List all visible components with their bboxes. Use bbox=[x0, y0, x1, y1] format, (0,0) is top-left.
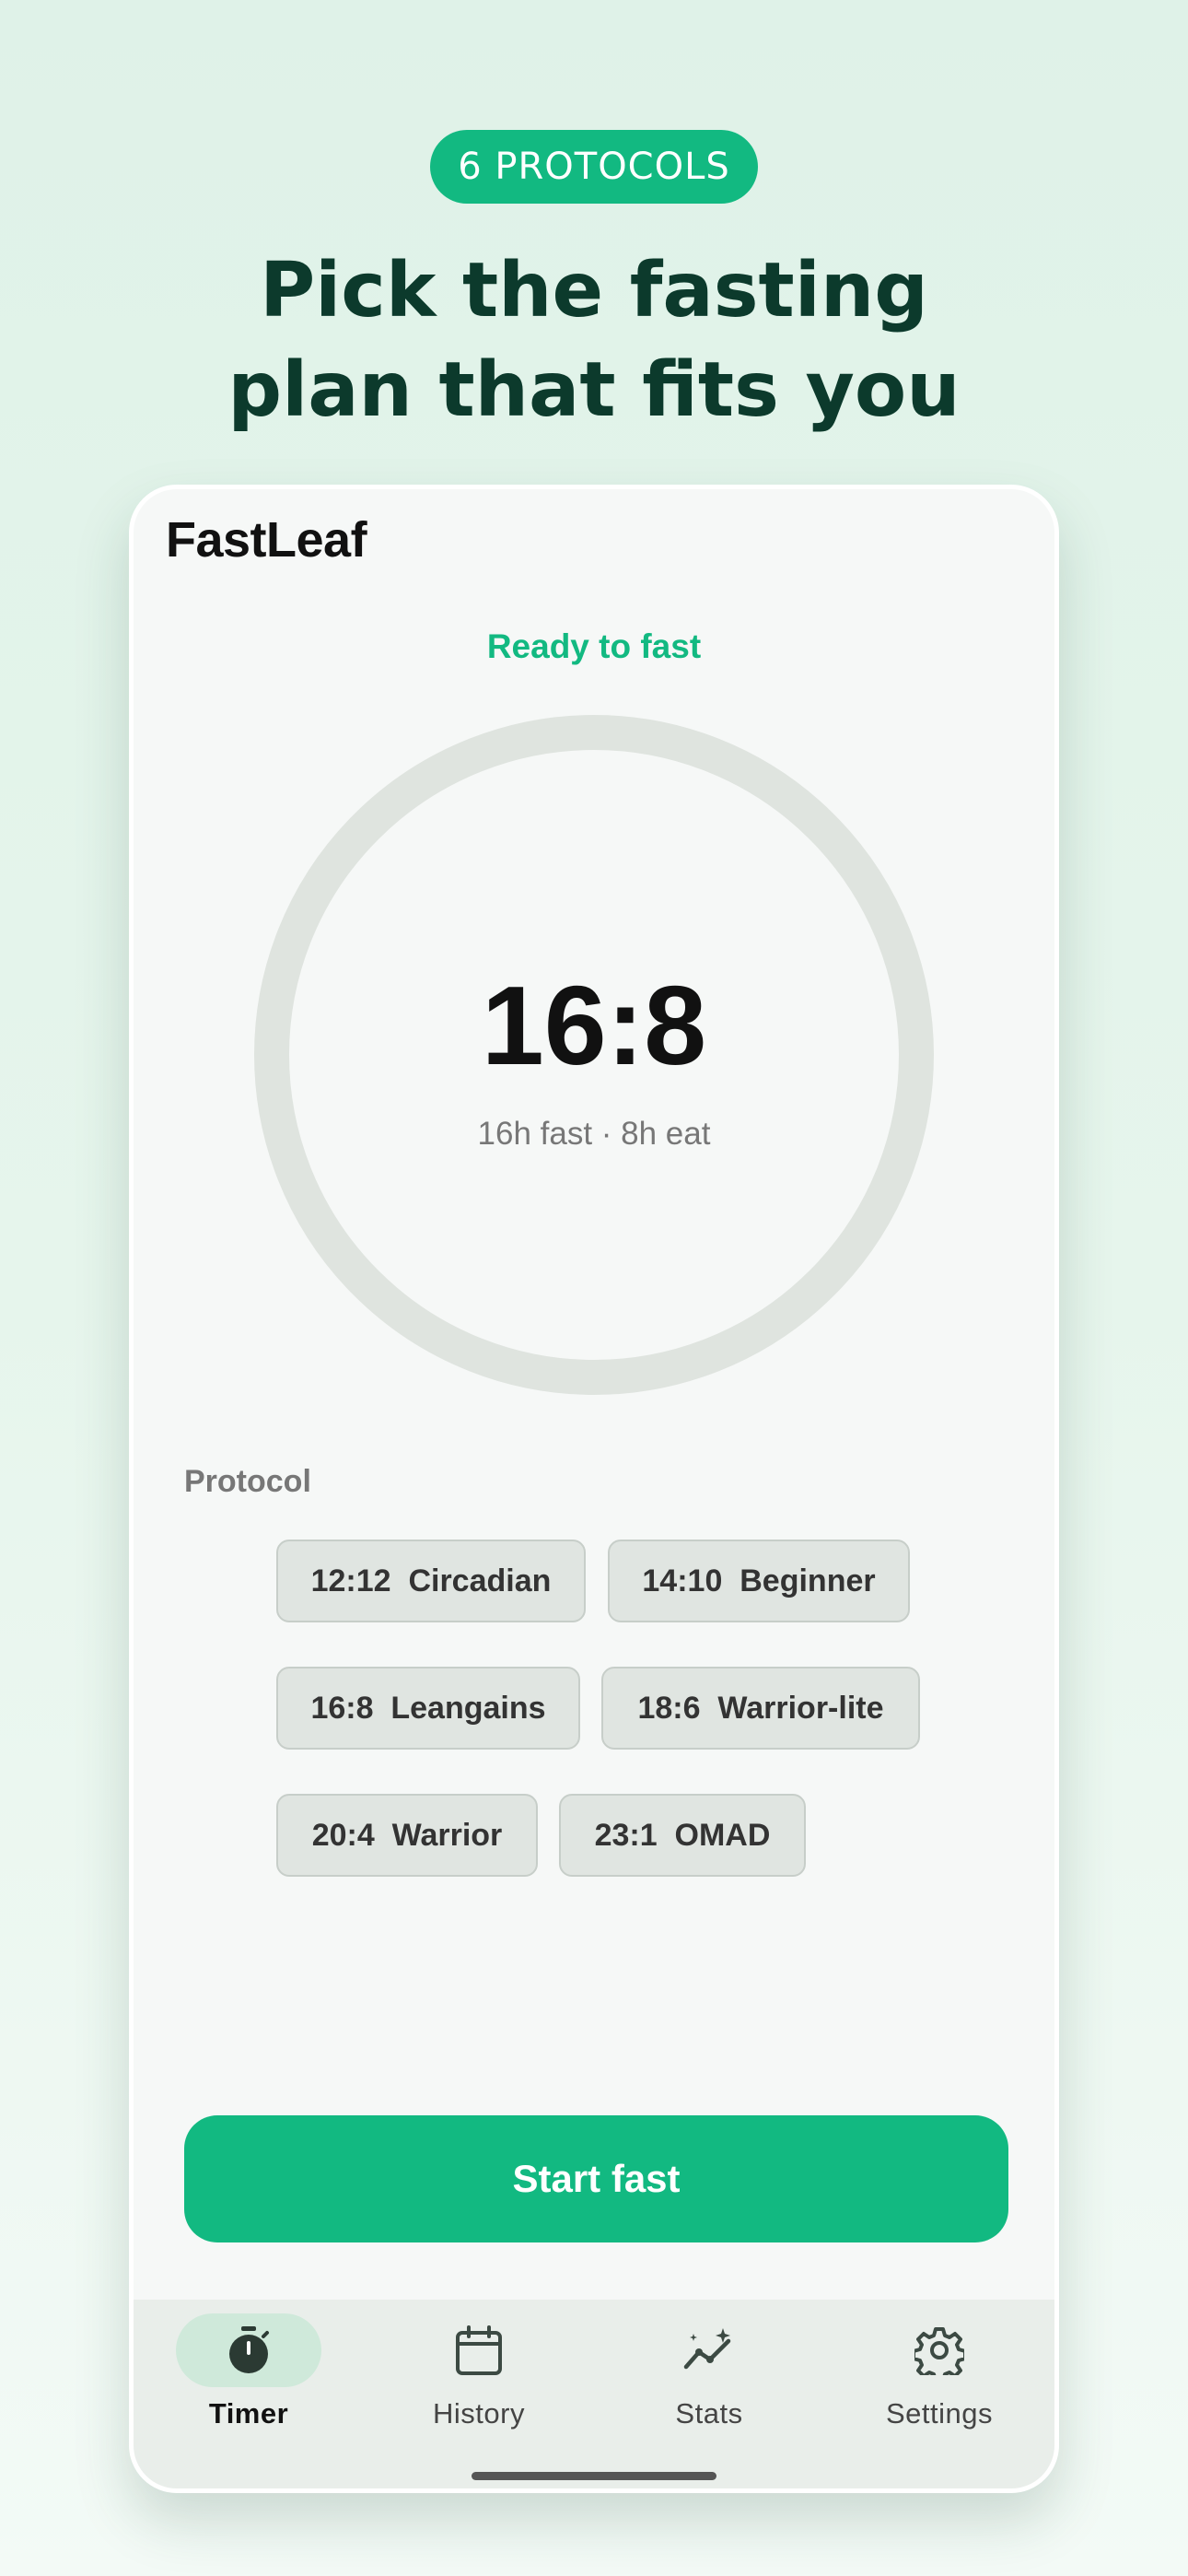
protocol-ratio: 16:8 bbox=[481, 963, 707, 1088]
gear-icon bbox=[914, 2327, 964, 2375]
nav-timer[interactable]: Timer bbox=[134, 2300, 364, 2447]
nav-history-label: History bbox=[433, 2397, 525, 2430]
bottom-nav: Timer History Stats Settings bbox=[134, 2300, 1054, 2488]
nav-history-icon-pill bbox=[406, 2313, 552, 2387]
stopwatch-icon bbox=[229, 2326, 269, 2373]
fast-status: Ready to fast bbox=[486, 627, 702, 665]
nav-settings[interactable]: Settings bbox=[824, 2300, 1054, 2447]
chip-16-8[interactable]: 16:8 Leangains bbox=[276, 1667, 580, 1750]
home-indicator[interactable] bbox=[472, 2472, 716, 2480]
chip-23-1[interactable]: 23:1 OMAD bbox=[559, 1794, 806, 1877]
protocol-description: 16h fast · 8h eat bbox=[477, 1116, 711, 1152]
chip-12-12[interactable]: 12:12 Circadian bbox=[276, 1540, 586, 1622]
nav-settings-icon-pill bbox=[867, 2313, 1012, 2387]
protocol-section-label: Protocol bbox=[184, 1464, 311, 1499]
headline-line-2: plan that fits you bbox=[227, 346, 961, 434]
nav-timer-icon-pill bbox=[176, 2313, 321, 2387]
chip-18-6[interactable]: 18:6 Warrior-lite bbox=[601, 1667, 920, 1750]
nav-stats-icon-pill bbox=[636, 2313, 782, 2387]
trend-chart-icon bbox=[683, 2328, 731, 2370]
chip-14-10[interactable]: 14:10 Beginner bbox=[608, 1540, 910, 1622]
start-fast-button[interactable]: Start fast bbox=[184, 2115, 1008, 2242]
phone-screen: FastLeaf Ready to fast 16:8 16h fast · 8… bbox=[129, 485, 1059, 2493]
nav-timer-label: Timer bbox=[208, 2397, 289, 2430]
headline-line-1: Pick the fasting bbox=[260, 247, 928, 334]
nav-stats[interactable]: Stats bbox=[594, 2300, 824, 2447]
calendar-icon bbox=[456, 2325, 502, 2375]
app-title: FastLeaf bbox=[166, 512, 367, 568]
protocols-count-badge: 6 PROTOCOLS bbox=[430, 130, 758, 204]
promo-headline: Pick the fasting plan that fits you bbox=[0, 241, 1188, 440]
chip-20-4[interactable]: 20:4 Warrior bbox=[276, 1794, 538, 1877]
nav-settings-label: Settings bbox=[885, 2397, 993, 2430]
nav-stats-label: Stats bbox=[675, 2397, 743, 2430]
nav-history[interactable]: History bbox=[364, 2300, 594, 2447]
